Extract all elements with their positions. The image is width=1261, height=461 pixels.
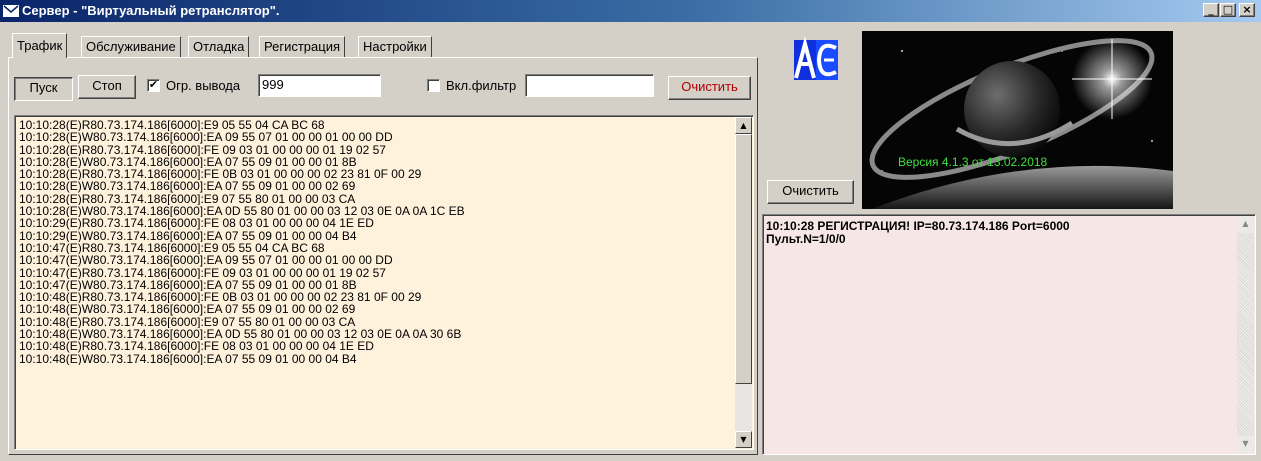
message-lines: 10:10:28 РЕГИСТРАЦИЯ! IP=80.73.174.186 P… xyxy=(766,220,1236,246)
message-line: Пульт.N=1/0/0 xyxy=(766,232,846,246)
output-limit-label: Огр. вывода xyxy=(166,78,241,93)
log-line: 10:10:28(E)W80.73.174.186[6000]:EA 0D 55… xyxy=(19,205,465,218)
log-line: 10:10:47(E)R80.73.174.186[6000]:FE 09 03… xyxy=(19,266,386,279)
log-line: 10:10:29(E)R80.73.174.186[6000]:FE 08 03… xyxy=(19,217,374,230)
app-logo xyxy=(790,36,842,84)
minimize-button[interactable]: _ xyxy=(1203,3,1219,17)
start-button[interactable]: Пуск xyxy=(14,77,73,101)
scroll-up-icon[interactable]: ▲ xyxy=(735,117,752,134)
traffic-log-scrollbar[interactable]: ▲ ▼ xyxy=(735,117,752,448)
scroll-thumb[interactable] xyxy=(735,134,752,384)
log-line: 10:10:48(E)R80.73.174.186[6000]:E9 07 55… xyxy=(19,315,356,329)
planet-image xyxy=(862,31,1173,209)
scroll-down-icon[interactable]: ▼ xyxy=(1237,436,1254,453)
stop-button[interactable]: Стоп xyxy=(78,75,136,99)
traffic-log[interactable]: 10:10:28(E)R80.73.174.186[6000]:E9 05 55… xyxy=(14,115,754,450)
app-icon xyxy=(3,5,19,17)
window-title: Сервер - "Виртуальный ретранслятор". xyxy=(22,3,280,18)
output-limit-input[interactable]: 999 xyxy=(258,74,381,97)
output-limit-checkbox[interactable]: ✔ xyxy=(147,79,160,92)
log-line: 10:10:28(E)W80.73.174.186[6000]:EA 09 55… xyxy=(19,131,393,144)
log-line: 10:10:48(E)W80.73.174.186[6000]:EA 07 55… xyxy=(19,352,357,365)
clear-traffic-button[interactable]: Очистить xyxy=(668,76,751,100)
scroll-up-icon[interactable]: ▲ xyxy=(1237,216,1254,233)
log-line: 10:10:48(E)R80.73.174.186[6000]:FE 0B 03… xyxy=(19,291,422,304)
tab-settings[interactable]: Настройки xyxy=(358,36,432,57)
log-line: 10:10:48(E)W80.73.174.186[6000]:EA 07 55… xyxy=(19,303,356,316)
title-bar: Сервер - "Виртуальный ретранслятор". _ □… xyxy=(0,0,1261,22)
registration-message-log[interactable]: 10:10:28 РЕГИСТРАЦИЯ! IP=80.73.174.186 P… xyxy=(762,214,1256,455)
planet-banner: Версия 4.1.3 от 13.02.2018 xyxy=(862,31,1173,209)
filter-checkbox[interactable] xyxy=(427,79,440,92)
log-line: 10:10:48(E)R80.73.174.186[6000]:FE 08 03… xyxy=(19,340,374,353)
scroll-down-icon[interactable]: ▼ xyxy=(735,431,752,448)
traffic-log-lines: 10:10:28(E)R80.73.174.186[6000]:E9 05 55… xyxy=(19,119,731,365)
clear-messages-button[interactable]: Очистить xyxy=(767,180,854,204)
log-line: 10:10:47(E)W80.73.174.186[6000]:EA 09 55… xyxy=(19,254,393,267)
tab-debug[interactable]: Отладка xyxy=(188,36,250,57)
log-line: 10:10:28(E)W80.73.174.186[6000]:EA 07 55… xyxy=(19,155,357,169)
log-line: 10:10:48(E)W80.73.174.186[6000]:EA 0D 55… xyxy=(19,328,462,341)
log-line: 10:10:47(E)W80.73.174.186[6000]:EA 07 55… xyxy=(19,278,357,292)
log-line: 10:10:47(E)R80.73.174.186[6000]:E9 05 55… xyxy=(19,241,325,255)
close-button[interactable]: × xyxy=(1239,3,1255,17)
message-log-scrollbar[interactable]: ▲ ▼ xyxy=(1237,216,1254,453)
log-line: 10:10:28(E)R80.73.174.186[6000]:FE 09 03… xyxy=(19,143,386,156)
tab-traffic[interactable]: Трафик xyxy=(12,33,68,58)
version-label: Версия 4.1.3 от 13.02.2018 xyxy=(898,155,1048,169)
log-line: 10:10:28(E)R80.73.174.186[6000]:E9 05 55… xyxy=(19,119,325,132)
filter-input[interactable] xyxy=(525,74,654,97)
log-line: 10:10:29(E)W80.73.174.186[6000]:EA 07 55… xyxy=(19,229,357,242)
log-line: 10:10:28(E)R80.73.174.186[6000]:FE 0B 03… xyxy=(19,168,422,181)
filter-label: Вкл.фильтр xyxy=(446,78,517,93)
log-line: 10:10:28(E)R80.73.174.186[6000]:E9 07 55… xyxy=(19,192,356,206)
tab-registration[interactable]: Регистрация xyxy=(259,36,345,57)
maximize-button[interactable]: □ xyxy=(1220,3,1236,17)
tab-maintenance[interactable]: Обслуживание xyxy=(81,36,181,57)
log-line: 10:10:28(E)W80.73.174.186[6000]:EA 07 55… xyxy=(19,180,356,193)
